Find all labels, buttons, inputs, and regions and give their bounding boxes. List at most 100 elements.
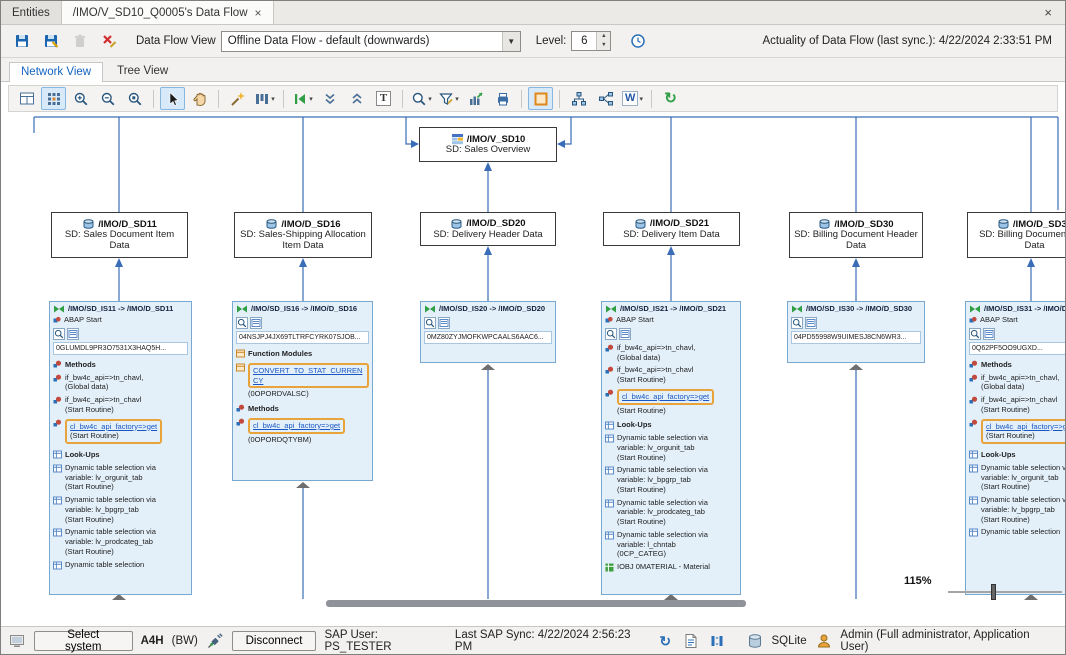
- db-label: SQLite: [771, 635, 806, 647]
- layout-style-icon[interactable]: ▾: [252, 87, 277, 110]
- tf-item: Dynamic table selection via variable: lv…: [605, 465, 737, 494]
- network-layout-icon[interactable]: [593, 87, 618, 110]
- lookup-icon: [605, 434, 614, 443]
- auto-layout-icon[interactable]: [225, 87, 250, 110]
- save-all-icon[interactable]: [39, 29, 63, 53]
- lookup-icon: [53, 450, 62, 459]
- data-node[interactable]: /IMO/D_SD21SD: Delivery Item Data: [603, 212, 740, 246]
- toolbar-separator: [651, 90, 652, 108]
- tf-subtitle: ABAP Start: [605, 315, 737, 325]
- code-link[interactable]: cl_bw4c_api_factory=>get: [253, 421, 340, 430]
- tab-close-icon[interactable]: ×: [255, 7, 262, 19]
- tab-label: Entities: [12, 7, 50, 19]
- tab-network-view[interactable]: Network View: [9, 62, 103, 82]
- tab-data-flow[interactable]: /IMO/V_SD10_Q0005's Data Flow ×: [62, 1, 274, 24]
- transformation-box[interactable]: /IMO/SD_IS11 -> /IMO/D_SD11ABAP Start0GL…: [49, 301, 192, 595]
- window-close-icon[interactable]: ×: [1031, 1, 1065, 24]
- console-icon[interactable]: [8, 632, 26, 650]
- data-node[interactable]: /IMO/D_SD16SD: Sales-Shipping Allocation…: [234, 212, 372, 258]
- level-label: Level:: [536, 35, 567, 47]
- zoom-in-icon[interactable]: [68, 87, 93, 110]
- delete-icon[interactable]: [68, 29, 92, 53]
- code-link[interactable]: cl_bw4c_api_factory=>get: [622, 392, 709, 401]
- print-icon[interactable]: [490, 87, 515, 110]
- tf-details-button[interactable]: [67, 328, 79, 340]
- transformation-box[interactable]: /IMO/SD_IS21 -> /IMO/D_SD21ABAP Startif_…: [601, 301, 741, 595]
- user-icon: [815, 632, 833, 650]
- sync-refresh-icon[interactable]: ↻: [656, 632, 674, 650]
- pointer-tool-icon[interactable]: [160, 87, 185, 110]
- grid-toggle-icon[interactable]: [41, 87, 66, 110]
- search-icon[interactable]: ▾: [409, 87, 434, 110]
- horizontal-scrollbar-thumb[interactable]: [326, 600, 746, 607]
- level-up-icon[interactable]: ▲: [597, 32, 610, 41]
- tf-zoom-button[interactable]: [605, 328, 617, 340]
- tf-zoom-button[interactable]: [236, 317, 248, 329]
- code-link[interactable]: CONVERT_TO_STAT_CURRENCY: [253, 366, 362, 385]
- filter-icon[interactable]: ▾: [436, 87, 461, 110]
- level-down-icon[interactable]: ▼: [597, 41, 610, 50]
- discard-edits-icon[interactable]: [97, 29, 121, 53]
- tf-details-button[interactable]: [983, 328, 995, 340]
- sap-user-label: SAP User: PS_TESTER: [324, 629, 446, 653]
- transformation-box[interactable]: /IMO/SD_IS30 -> /IMO/D_SD3004PD55998W9UI…: [787, 301, 925, 363]
- item-text: Dynamic table selection via variable: lv…: [617, 498, 737, 527]
- top-node[interactable]: /IMO/V_SD10SD: Sales Overview: [419, 127, 557, 162]
- expand-all-icon[interactable]: [344, 87, 369, 110]
- code-link[interactable]: cl_bw4c_api_factory=>get: [986, 422, 1065, 431]
- select-system-button[interactable]: Select system: [34, 631, 133, 651]
- pan-tool-icon[interactable]: [187, 87, 212, 110]
- tf-details-button[interactable]: [619, 328, 631, 340]
- tf-details-button[interactable]: [250, 317, 262, 329]
- tab-tree-view[interactable]: Tree View: [105, 61, 180, 81]
- jump-to-source-icon[interactable]: ▾: [290, 87, 315, 110]
- where-used-icon[interactable]: W▾: [620, 87, 645, 110]
- text-tool-icon[interactable]: T: [371, 87, 396, 110]
- method-icon: [969, 396, 978, 405]
- view-tabs: Network View Tree View: [1, 58, 1065, 82]
- highlight-toggle-icon[interactable]: [528, 87, 553, 110]
- transformation-box[interactable]: /IMO/SD_IS16 -> /IMO/D_SD1604NSJPJ4JX69T…: [232, 301, 373, 481]
- copy-doc-icon[interactable]: [682, 632, 700, 650]
- overview-window-icon[interactable]: [14, 87, 39, 110]
- fm-icon: [236, 349, 245, 358]
- sync-time-icon[interactable]: [626, 29, 650, 53]
- item-text: Dynamic table selection via variable: lv…: [617, 465, 737, 494]
- tf-item: if_bw4c_api=>tn_chavl (Start Routine): [605, 365, 737, 385]
- zoom-fit-icon[interactable]: [122, 87, 147, 110]
- data-flow-view-dropdown[interactable]: Offline Data Flow - default (downwards) …: [221, 31, 521, 52]
- item-text: Dynamic table selection via variable: lv…: [65, 463, 188, 492]
- export-diagram-icon[interactable]: [463, 87, 488, 110]
- tab-entities[interactable]: Entities: [1, 1, 62, 24]
- item-text: if_bw4c_api=>tn_chavl (Start Routine): [65, 395, 188, 415]
- level-spinner[interactable]: 6 ▲▼: [571, 31, 611, 51]
- tf-zoom-button[interactable]: [791, 317, 803, 329]
- data-node[interactable]: /IMO/D_SD30SD: Billing Document Header D…: [789, 212, 923, 258]
- save-icon[interactable]: [10, 29, 34, 53]
- refresh-icon[interactable]: ↻: [658, 87, 683, 110]
- transformation-box[interactable]: /IMO/SD_IS20 -> /IMO/D_SD200MZ80ZYJMOFKW…: [420, 301, 556, 363]
- tf-zoom-button[interactable]: [424, 317, 436, 329]
- diagram[interactable]: 115% /IMO/V_SD10SD: Sales Overview/IMO/D…: [1, 115, 1065, 626]
- disconnect-button[interactable]: Disconnect: [232, 631, 317, 651]
- hierarchy-layout-icon[interactable]: [566, 87, 591, 110]
- data-node[interactable]: /IMO/D_SD31SD: Billing Document Item Dat…: [967, 212, 1065, 258]
- data-transfer-icon[interactable]: [708, 632, 726, 650]
- zoom-slider[interactable]: [948, 591, 1062, 593]
- dropdown-arrow-icon[interactable]: ▼: [502, 32, 520, 51]
- tf-details-button[interactable]: [438, 317, 450, 329]
- tf-zoom-button[interactable]: [969, 328, 981, 340]
- collapse-all-icon[interactable]: [317, 87, 342, 110]
- transformation-box[interactable]: /IMO/SD_IS31 -> /IMO/D_SD31ABAP Start0Q6…: [965, 301, 1065, 595]
- code-link[interactable]: cl_bw4c_api_factory=>get: [70, 422, 157, 431]
- item-text: if_bw4c_api=>tn_chavl, (Global data): [617, 343, 737, 363]
- adso-icon: [450, 218, 463, 230]
- zoom-out-icon[interactable]: [95, 87, 120, 110]
- zoom-slider-thumb[interactable]: [991, 584, 996, 600]
- data-node[interactable]: /IMO/D_SD11SD: Sales Document Item Data: [51, 212, 188, 258]
- toolbar-separator: [218, 90, 219, 108]
- tf-details-button[interactable]: [805, 317, 817, 329]
- tf-item: Dynamic table selection via variable: lv…: [53, 527, 188, 556]
- data-node[interactable]: /IMO/D_SD20SD: Delivery Header Data: [420, 212, 556, 246]
- tf-zoom-button[interactable]: [53, 328, 65, 340]
